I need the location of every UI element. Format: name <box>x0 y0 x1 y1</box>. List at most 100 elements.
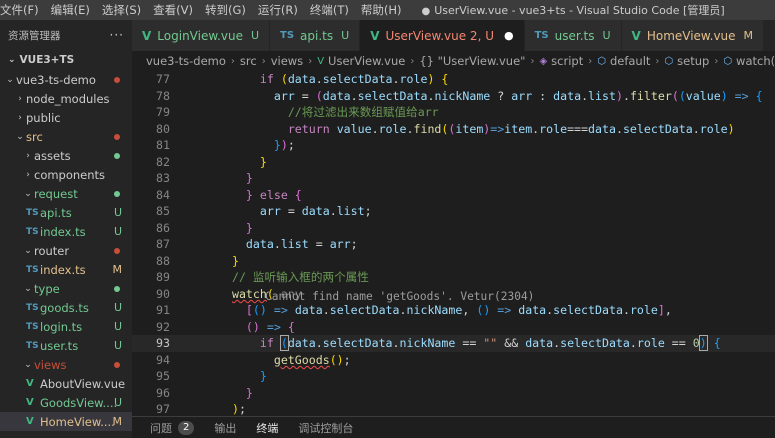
token: data <box>287 72 316 87</box>
line-number: 79 <box>156 105 170 120</box>
line-number: 80 <box>156 121 170 136</box>
tree-item-label: AboutView.vue <box>40 376 126 391</box>
tree-item[interactable]: ⌄ views <box>0 355 132 374</box>
code-text: if (data.selectData.nickName == "" && da… <box>259 335 721 352</box>
token: item <box>504 121 533 136</box>
tree-item[interactable]: › components <box>0 165 132 184</box>
tree-item-label: type <box>34 281 60 296</box>
tree-item[interactable]: TS login.ts U <box>0 317 132 336</box>
git-status-dot <box>114 76 120 83</box>
tab-label: api.ts <box>300 28 334 43</box>
tree-item[interactable]: ⌄ type <box>0 279 132 298</box>
editor-tab[interactable]: V LoginView.vue U <box>132 20 271 51</box>
workspace-root[interactable]: ⌄ VUE3+TS <box>0 50 132 70</box>
menu-item[interactable]: 转到(G) <box>199 0 252 20</box>
code-editor[interactable]: 77 if (data.selectData.role) { 78 arr = … <box>132 71 775 416</box>
token: role <box>629 303 658 318</box>
menu-item[interactable]: 选择(S) <box>96 0 147 20</box>
tree-item[interactable]: V GoodsView.... U <box>0 393 132 412</box>
tree-item[interactable]: › assets <box>0 146 132 165</box>
git-status-badge: U <box>113 396 122 409</box>
window-title-text: UserView.vue - vue3+ts - Visual Studio C… <box>434 4 725 17</box>
code-line-current: 93 if (data.selectData.nickName == "" &&… <box>132 335 775 352</box>
breadcrumb-item[interactable]: script <box>551 54 583 68</box>
breadcrumb-item[interactable]: UserView.vue <box>328 54 405 68</box>
line-number: 95 <box>156 369 170 384</box>
tree-item[interactable]: ⌄ src <box>0 127 132 146</box>
vue-file-icon: V <box>631 28 641 43</box>
editor-tab[interactable]: TS user.ts U <box>524 20 622 51</box>
code-line: 82 } <box>132 154 775 171</box>
tree-item[interactable]: › public <box>0 108 132 127</box>
line-number: 78 <box>156 88 170 103</box>
tree-item[interactable]: ⌄ router <box>0 241 132 260</box>
editor-tab[interactable]: TS api.ts U <box>270 20 361 51</box>
tree-item-label: vue3-ts-demo <box>16 72 96 87</box>
git-status-dot <box>114 361 120 368</box>
explorer-header: 资源管理器 ··· <box>0 20 132 50</box>
tree-item[interactable]: TS user.ts U <box>0 336 132 355</box>
breadcrumb-item[interactable]: vue3-ts-demo <box>146 54 226 68</box>
token: data <box>301 204 330 219</box>
breadcrumb-item[interactable]: setup <box>677 54 709 68</box>
panel-tab[interactable]: 输出 <box>214 420 236 436</box>
tree-item[interactable]: › node_modules <box>0 89 132 108</box>
git-status-badge: M <box>112 263 123 276</box>
tree-item[interactable]: TS api.ts U <box>0 203 132 222</box>
code-line: 84 } else { <box>132 187 775 204</box>
token: data <box>245 237 274 252</box>
token: selectData <box>560 336 630 351</box>
token: list <box>336 204 365 219</box>
tree-item[interactable]: V HomeView.... M <box>0 412 132 431</box>
chevron-right-icon: › <box>410 55 415 67</box>
token: nickName <box>434 88 491 103</box>
editor-tab[interactable]: V UserView.vue 2, U ● <box>360 20 525 51</box>
panel-tab-label: 问题 <box>150 421 172 435</box>
breadcrumb-item[interactable]: {} "UserView.vue" <box>419 54 525 68</box>
tree-item[interactable]: TS goods.ts U <box>0 298 132 317</box>
breadcrumb-item[interactable]: src <box>240 54 257 68</box>
menu-item[interactable]: 文件(F) <box>0 0 45 20</box>
token: selectData <box>553 303 623 318</box>
code-text: () => { <box>245 319 295 334</box>
editor-tab[interactable]: V HomeView.vue M <box>621 20 765 51</box>
code-text: arr = data.list; <box>259 204 372 219</box>
panel-tab[interactable]: 终端 <box>256 420 278 436</box>
git-status-dot <box>114 247 120 254</box>
menu-item[interactable]: 编辑(E) <box>45 0 96 20</box>
workspace-root-label: VUE3+TS <box>19 54 75 66</box>
chevron-right-icon: › <box>530 55 535 67</box>
panel-tab[interactable]: 调试控制台 <box>298 420 353 436</box>
tree-item[interactable]: ⌄ request <box>0 184 132 203</box>
line-number: 87 <box>156 237 170 252</box>
panel-tab[interactable]: 问题 2 <box>150 420 195 436</box>
breadcrumb-item[interactable]: default <box>610 54 650 68</box>
menu-item[interactable]: 终端(T) <box>304 0 355 20</box>
menu-bar: 文件(F) 编辑(E) 选择(S) 查看(V) 转到(G) 运行(R) 终端(T) 帮助(H) <box>0 0 407 20</box>
menu-item[interactable]: 帮助(H) <box>355 0 408 20</box>
code-line: 85 arr = data.list; <box>132 203 775 220</box>
code-text: arr = (data.selectData.nickName ? arr : … <box>273 88 763 103</box>
token: arr <box>273 88 295 103</box>
editor-tab-bar: V LoginView.vue U TS api.ts U V UserView.vue 2,… <box>132 20 775 51</box>
tree-item-label: src <box>26 129 43 144</box>
breadcrumb-item[interactable]: views <box>271 54 303 68</box>
menu-item[interactable]: 查看(V) <box>147 0 199 20</box>
tree-item[interactable]: TS index.ts M <box>0 260 132 279</box>
token: role <box>539 121 568 136</box>
more-actions-icon[interactable]: ··· <box>110 28 124 42</box>
git-status-badge: M <box>112 415 123 428</box>
git-status-badge: U <box>113 339 122 352</box>
tree-item[interactable]: V AboutView.vue <box>0 374 132 393</box>
tree-item[interactable]: ⌄ vue3-ts-demo <box>0 70 132 89</box>
git-status-badge: U <box>341 29 350 42</box>
line-number: 91 <box>156 303 170 318</box>
typescript-file-icon: TS <box>534 30 549 41</box>
line-number: 83 <box>156 171 170 186</box>
breadcrumb-item[interactable]: watch() callback <box>736 54 775 68</box>
unsaved-dot-icon[interactable]: ● <box>504 29 514 42</box>
token: if <box>259 336 274 351</box>
tree-item[interactable]: TS index.ts U <box>0 222 132 241</box>
token: nickName <box>399 336 456 351</box>
menu-item[interactable]: 运行(R) <box>252 0 304 20</box>
